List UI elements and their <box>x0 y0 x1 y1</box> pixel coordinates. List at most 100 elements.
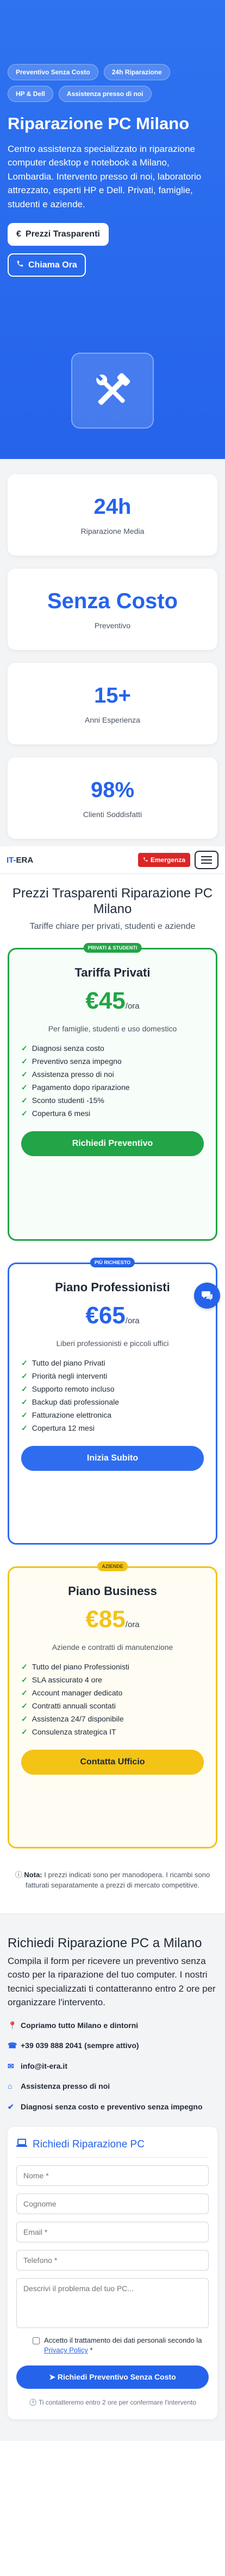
check-icon: ✓ <box>21 1675 28 1684</box>
plan-description: Per famiglie, studenti e uso domestico <box>48 1024 177 1033</box>
pricing-subtitle: Tariffe chiare per privati, studenti e a… <box>29 921 196 931</box>
phone-field[interactable] <box>16 2249 209 2271</box>
list-item: ✓ Backup dati professionale <box>21 1397 120 1407</box>
pricing-note: ⓘ Nota: I prezzi indicati sono per manod… <box>8 1870 217 1891</box>
contact-intro: Compila il form per ricevere un preventi… <box>8 1955 216 2008</box>
problem-textarea[interactable] <box>16 2278 209 2328</box>
logo[interactable]: IT-ERA <box>7 856 33 865</box>
prices-button[interactable]: € Prezzi Trasparenti <box>8 223 109 246</box>
plan-price: €45/ora <box>21 987 204 1015</box>
emergency-button[interactable]: Emergenza <box>138 853 190 867</box>
stat-value: 24h <box>93 494 132 519</box>
list-item[interactable]: ☎ +39 039 888 2041 (sempre attivo) <box>8 2041 217 2051</box>
plan-badge: AZIENDE <box>97 1561 128 1571</box>
request-quote-button[interactable]: Richiedi Preventivo <box>21 1131 204 1156</box>
logo-prefix: IT- <box>7 855 16 865</box>
list-item: ✓ Sconto studenti -15% <box>21 1095 104 1105</box>
plan-description: Liberi professionisti e piccoli uffici <box>56 1338 169 1348</box>
chat-icon[interactable] <box>194 1282 220 1309</box>
chip-24h: 24h Riparazione <box>103 64 170 80</box>
contact-info-list: 📍 Copriamo tutto Milano e dintorni ☎ +39 0… <box>8 2020 217 2113</box>
plan-name: Tariffa Privati <box>74 965 151 979</box>
plan-card-business: AZIENDE Piano Business €85/ora Aziende e… <box>8 1561 217 1848</box>
plan-card-private: PRIVATI & STUDENTI Tariffa Privati €45/o… <box>8 942 217 1241</box>
check-icon: ✓ <box>21 1358 28 1367</box>
home-icon: ⌂ <box>8 2082 12 2091</box>
plan-badge: PIÙ RICHIESTO <box>90 1257 135 1267</box>
check-icon: ✓ <box>21 1043 28 1053</box>
plan-features: ✓ Tutto del piano Professionisti ✓ SLA ass… <box>21 1662 204 1737</box>
hero-title: Riparazione PC Milano <box>8 114 190 133</box>
stat-label: Anni Esperienza <box>85 715 140 724</box>
phone-icon <box>143 856 148 864</box>
call-button-label: Chiama Ora <box>28 260 77 270</box>
list-item: ⌂ Assistenza presso di noi <box>8 2081 217 2092</box>
prices-button-label: Prezzi Trasparenti <box>25 229 100 239</box>
consent-text: Accetto il trattamento dei dati personal… <box>44 2336 202 2344</box>
plan-features: ✓ Diagnosi senza costo ✓ Preventivo senza … <box>21 1044 204 1118</box>
stat-card: Senza Costo Preventivo <box>8 569 217 650</box>
contact-title: Richiedi Riparazione PC a Milano <box>8 1935 202 1950</box>
list-item: ✓ Preventivo senza impegno <box>21 1056 122 1066</box>
check-icon: ✓ <box>21 1662 28 1671</box>
stat-value: 15+ <box>94 683 131 707</box>
check-icon: ✓ <box>21 1727 28 1736</box>
list-item: ✓ SLA assicurato 4 ore <box>21 1675 102 1685</box>
contact-office-button[interactable]: Contatta Ufficio <box>21 1749 204 1775</box>
form-footer: 🕑 Ti contatteremo entro 2 ore per confer… <box>16 2398 209 2407</box>
form-footer-text: Ti contatteremo entro 2 ore per conferma… <box>39 2399 197 2407</box>
tools-icon <box>71 353 154 429</box>
submit-quote-button[interactable]: ➤ Richiedi Preventivo Senza Costo <box>16 2365 209 2389</box>
plan-name: Piano Business <box>68 1584 157 1598</box>
send-icon: ➤ <box>49 2373 55 2382</box>
plan-features: ✓ Tutto del piano Privati ✓ Priorità negli… <box>21 1359 204 1433</box>
check-icon: ✔ <box>8 2102 14 2112</box>
form-title-label: Richiedi Riparazione PC <box>33 2138 145 2150</box>
list-item: ✓ Consulenza strategica IT <box>21 1727 116 1737</box>
stat-value: Senza Costo <box>47 589 178 613</box>
list-item: 📍 Copriamo tutto Milano e dintorni <box>8 2020 217 2031</box>
email-icon: ✉ <box>8 2061 14 2070</box>
plan-card-professional: PIÙ RICHIESTO Piano Professionisti €65/o… <box>8 1257 220 1545</box>
note-text: I prezzi indicati sono per manodopera. I… <box>25 1870 210 1889</box>
plan-name: Piano Professionisti <box>55 1280 170 1294</box>
plan-badge: PRIVATI & STUDENTI <box>83 942 142 953</box>
plan-price: €65/ora <box>21 1302 204 1329</box>
list-item: ✔ Diagnosi senza costo e preventivo senza… <box>8 2102 217 2113</box>
stat-label: Riparazione Media <box>80 526 145 535</box>
logo-suffix: ERA <box>16 855 34 865</box>
email-field[interactable] <box>16 2221 209 2242</box>
list-item: ✓ Contratti annuali scontati <box>21 1701 116 1711</box>
stat-card: 98% Clienti Soddisfatti <box>8 757 217 839</box>
consent-checkbox-label[interactable]: Accetto il trattamento dei dati personal… <box>33 2336 209 2356</box>
consent-checkbox[interactable] <box>33 2337 40 2344</box>
list-item[interactable]: ✉ info@it-era.it <box>8 2061 217 2072</box>
stat-label: Preventivo <box>94 621 131 630</box>
check-icon: ✓ <box>21 1410 28 1419</box>
menu-toggle-button[interactable] <box>195 851 218 869</box>
clock-icon: 🕑 <box>28 2399 37 2407</box>
form-title: Richiedi Riparazione PC <box>16 2138 209 2158</box>
stat-label: Clienti Soddisfatti <box>83 809 142 819</box>
start-now-button[interactable]: Inizia Subito <box>21 1445 204 1471</box>
phone-icon: ☎ <box>8 2041 17 2050</box>
check-icon: ✓ <box>21 1397 28 1406</box>
stat-value: 98% <box>90 777 135 802</box>
list-item: ✓ Fatturazione elettronica <box>21 1410 112 1420</box>
name-field[interactable] <box>16 2165 209 2186</box>
call-button[interactable]: Chiama Ora <box>8 253 86 277</box>
stat-card: 15+ Anni Esperienza <box>8 663 217 744</box>
list-item: ✓ Copertura 12 mesi <box>21 1423 95 1433</box>
chip-free-quote: Preventivo Senza Costo <box>8 64 98 80</box>
privacy-policy-link[interactable]: Privacy Policy <box>44 2346 88 2354</box>
info-icon: ⓘ <box>15 1870 22 1879</box>
plan-price-amount: €65 <box>85 1302 126 1329</box>
check-icon: ✓ <box>21 1384 28 1393</box>
submit-label: Richiedi Preventivo Senza Costo <box>57 2373 176 2382</box>
plan-price-amount: €45 <box>85 987 126 1014</box>
list-item: ✓ Pagamento dopo riparazione <box>21 1082 130 1092</box>
check-icon: ✓ <box>21 1056 28 1066</box>
list-item: ✓ Tutto del piano Professionisti <box>21 1662 129 1672</box>
surname-field[interactable] <box>16 2193 209 2214</box>
check-icon: ✓ <box>21 1082 28 1092</box>
